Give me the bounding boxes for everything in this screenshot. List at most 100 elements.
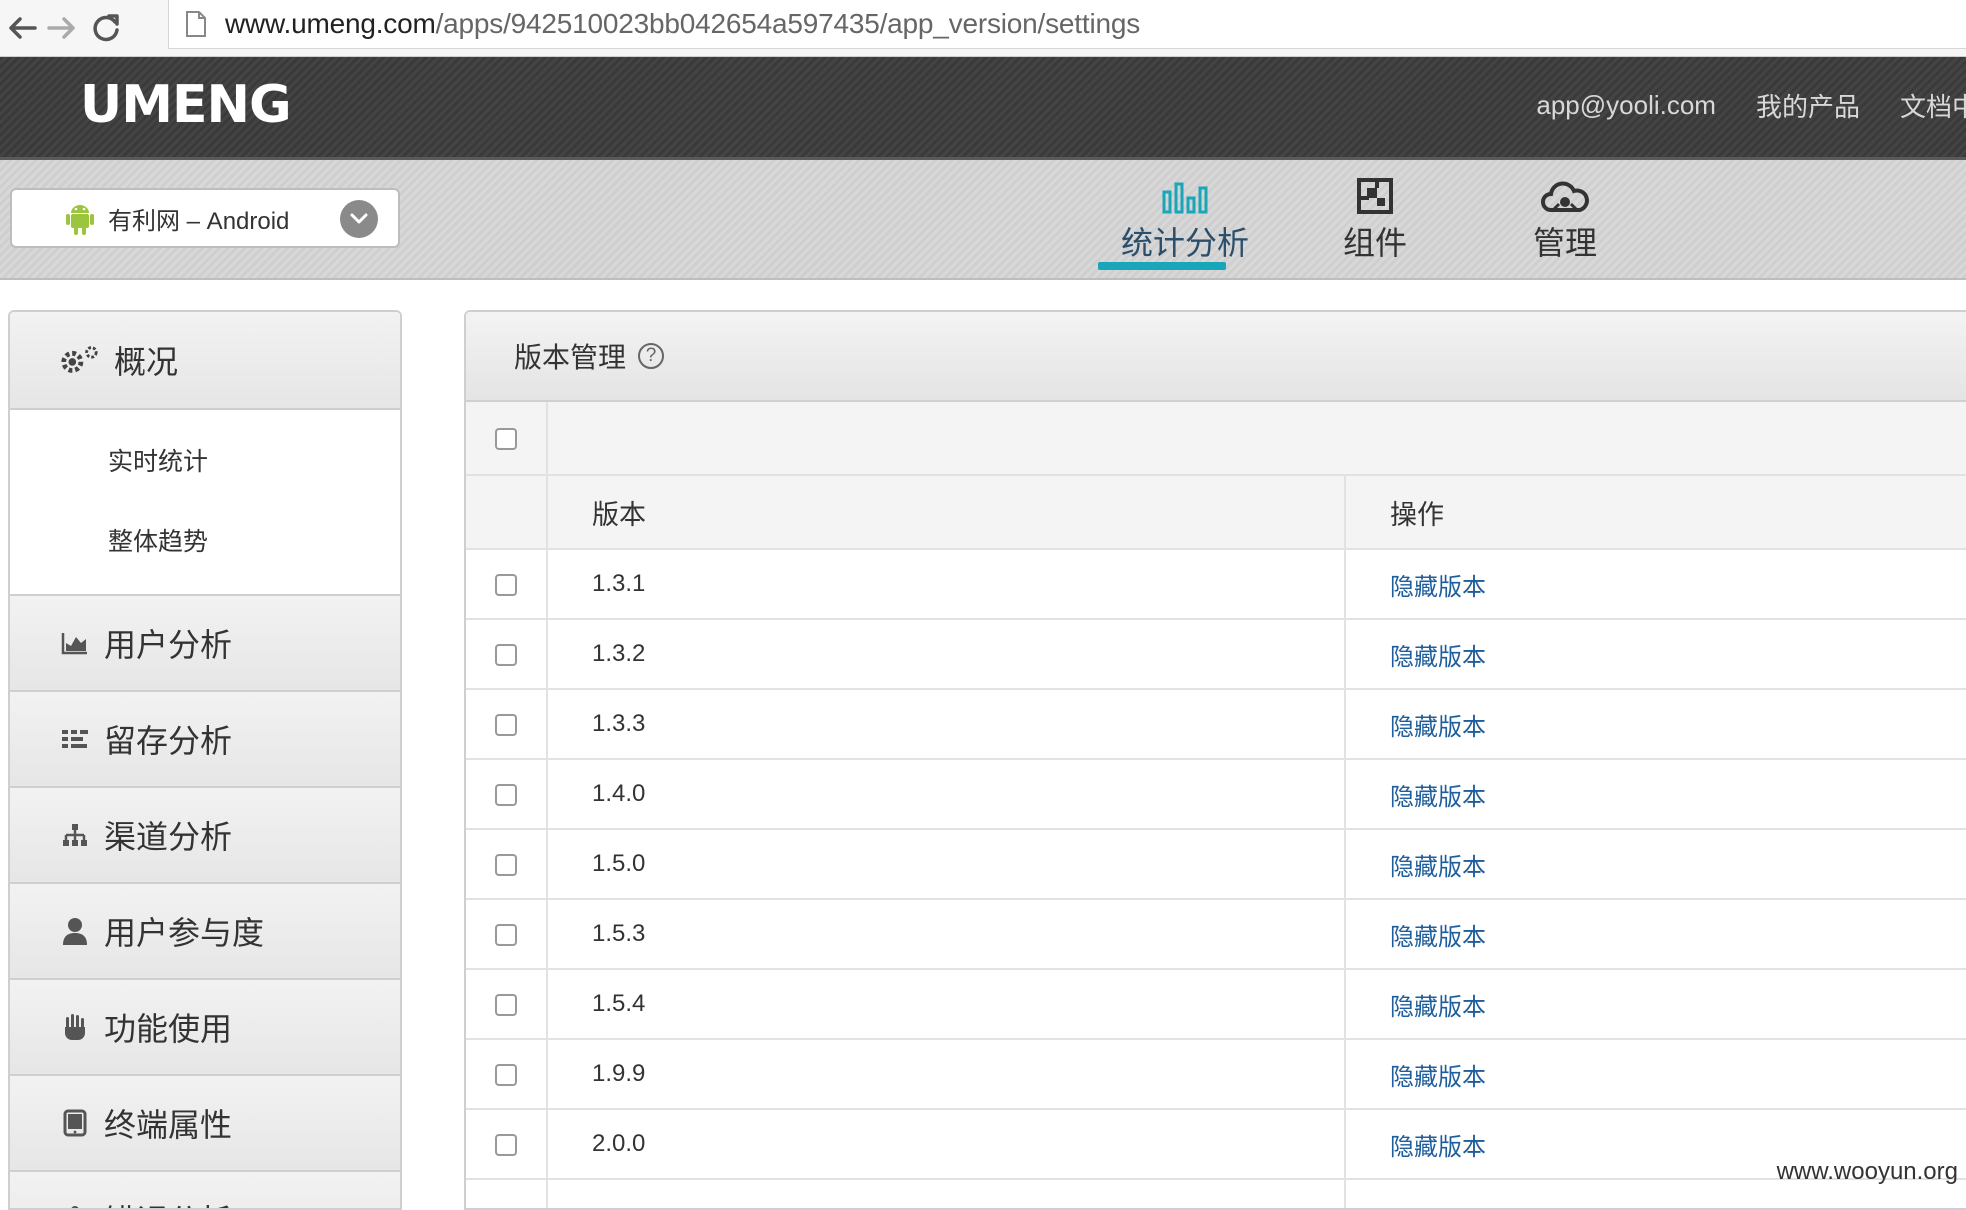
version-table: 版本 操作 1.3.1 隐藏版本 1.3.2 隐藏版本 1.3.3 隐藏版本 1… [466, 402, 1966, 1208]
logo-text: UMENG [80, 75, 292, 135]
page-icon [186, 11, 206, 37]
hide-version-link[interactable]: 隐藏版本 [1390, 644, 1486, 671]
bar-chart-icon [1162, 182, 1208, 214]
sidebar-item-user-analysis[interactable]: 用户分析 [10, 596, 400, 692]
hide-version-link[interactable]: 隐藏版本 [1390, 574, 1486, 601]
app-selector[interactable]: 有利网 – Android [10, 188, 400, 248]
grid-list-icon [60, 724, 90, 754]
active-tab-indicator [1098, 262, 1226, 270]
back-button[interactable] [0, 6, 44, 50]
sidebar: 概况 实时统计 整体趋势 用户分析 留存分析 渠道分析 用户参与度 功能使用 终… [8, 310, 402, 1210]
table-row [466, 1179, 1966, 1208]
sidebar-subitem-trend[interactable]: 整体趋势 [10, 502, 400, 582]
user-email-link[interactable]: app@yooli.com [1536, 90, 1716, 121]
sidebar-item-device[interactable]: 终端属性 [10, 1076, 400, 1172]
tab-statistics[interactable]: 统计分析 [1090, 174, 1280, 278]
forward-button[interactable] [40, 6, 84, 50]
hide-version-link[interactable]: 隐藏版本 [1390, 784, 1486, 811]
sidebar-item-label: 错误分析 [104, 1196, 232, 1208]
gears-icon [58, 345, 100, 375]
sidebar-subitem-realtime[interactable]: 实时统计 [10, 422, 400, 502]
sitemap-icon [60, 820, 90, 850]
arrow-left-icon [9, 17, 37, 39]
arrow-right-icon [47, 17, 75, 39]
sidebar-item-overview[interactable]: 概况 [10, 312, 400, 410]
app-dropdown-button[interactable] [340, 200, 378, 238]
table-row: 1.3.1 隐藏版本 [466, 549, 1966, 620]
address-bar[interactable]: www.umeng.com/apps/942510023bb042654a597… [168, 0, 1966, 49]
panel-header: 版本管理 ? [466, 312, 1966, 402]
row-checkbox[interactable] [495, 573, 517, 596]
sidebar-item-label: 留存分析 [104, 723, 233, 759]
version-cell: 1.3.1 [547, 549, 1346, 620]
bug-icon [60, 1204, 90, 1208]
row-checkbox[interactable] [495, 1133, 517, 1156]
hide-version-link[interactable]: 隐藏版本 [1390, 924, 1486, 951]
url-text: www.umeng.com/apps/942510023bb042654a597… [225, 8, 1140, 40]
app-toolbar: 有利网 – Android 统计分析 组件 管理 [0, 160, 1966, 280]
reload-icon [93, 14, 119, 42]
component-icon [1357, 178, 1393, 214]
sidebar-item-label: 用户参与度 [104, 915, 265, 951]
version-cell: 1.5.4 [547, 969, 1346, 1040]
row-checkbox[interactable] [495, 993, 517, 1016]
column-header-version: 版本 [547, 475, 1346, 550]
version-cell: 1.5.3 [547, 899, 1346, 970]
sidebar-item-label: 渠道分析 [104, 819, 233, 855]
my-products-link[interactable]: 我的产品 [1756, 87, 1860, 124]
version-cell: 2.0.0 [547, 1109, 1346, 1180]
row-checkbox[interactable] [495, 643, 517, 666]
sidebar-item-label: 概况 [114, 344, 179, 380]
version-cell: 1.3.3 [547, 689, 1346, 760]
sidebar-item-engagement[interactable]: 用户参与度 [10, 884, 400, 980]
browser-toolbar: www.umeng.com/apps/942510023bb042654a597… [0, 0, 1966, 57]
table-row: 2.0.0 隐藏版本 [466, 1109, 1966, 1180]
select-all-checkbox[interactable] [495, 427, 517, 450]
header-links: app@yooli.com 我的产品 文档中 [1536, 87, 1966, 124]
reload-button[interactable] [84, 6, 128, 50]
row-checkbox[interactable] [495, 713, 517, 736]
version-cell: 1.9.9 [547, 1039, 1346, 1110]
tab-management[interactable]: 管理 [1470, 174, 1660, 278]
top-navigation: 统计分析 组件 管理 [1090, 174, 1660, 278]
version-cell: 1.5.0 [547, 829, 1346, 900]
table-row: 1.5.4 隐藏版本 [466, 969, 1966, 1040]
android-icon [66, 205, 94, 235]
url-path: /apps/942510023bb042654a597435/app_versi… [435, 8, 1141, 39]
version-management-panel: 版本管理 ? 版本 操作 1.3.1 隐藏版本 1.3.2 隐藏版本 1.3.3… [464, 310, 1966, 1210]
sidebar-item-channel[interactable]: 渠道分析 [10, 788, 400, 884]
table-row: 1.3.3 隐藏版本 [466, 689, 1966, 760]
watermark: www.wooyun.org [1776, 1158, 1958, 1185]
hide-version-link[interactable]: 隐藏版本 [1390, 994, 1486, 1021]
app-name: 有利网 – Android [108, 207, 290, 235]
site-header: UMENG app@yooli.com 我的产品 文档中 [0, 57, 1966, 160]
user-icon [60, 916, 90, 946]
docs-link[interactable]: 文档中 [1900, 87, 1966, 124]
sidebar-item-retention[interactable]: 留存分析 [10, 692, 400, 788]
hide-version-link[interactable]: 隐藏版本 [1390, 1064, 1486, 1091]
row-checkbox[interactable] [495, 923, 517, 946]
tablet-icon [60, 1108, 90, 1138]
row-checkbox[interactable] [495, 783, 517, 806]
umeng-logo[interactable]: UMENG [80, 75, 292, 135]
hide-version-link[interactable]: 隐藏版本 [1390, 714, 1486, 741]
table-row: 1.9.9 隐藏版本 [466, 1039, 1966, 1110]
sidebar-item-label: 终端属性 [104, 1107, 233, 1143]
sidebar-item-label: 功能使用 [104, 1011, 233, 1047]
hide-version-link[interactable]: 隐藏版本 [1390, 1134, 1486, 1161]
table-row: 1.4.0 隐藏版本 [466, 759, 1966, 830]
table-row: 1.5.3 隐藏版本 [466, 899, 1966, 970]
version-cell: 1.4.0 [547, 759, 1346, 830]
cloud-icon [1541, 181, 1589, 212]
sidebar-item-errors[interactable]: 错误分析 [10, 1172, 400, 1208]
url-host: www.umeng.com [225, 8, 436, 39]
area-chart-icon [60, 628, 90, 658]
hide-version-link[interactable]: 隐藏版本 [1390, 854, 1486, 881]
row-checkbox[interactable] [495, 1063, 517, 1086]
tab-management-label: 管理 [1532, 225, 1597, 261]
sidebar-item-features[interactable]: 功能使用 [10, 980, 400, 1076]
help-icon[interactable]: ? [638, 343, 665, 369]
row-checkbox[interactable] [495, 853, 517, 876]
hand-icon [60, 1012, 90, 1042]
tab-components[interactable]: 组件 [1280, 174, 1470, 278]
